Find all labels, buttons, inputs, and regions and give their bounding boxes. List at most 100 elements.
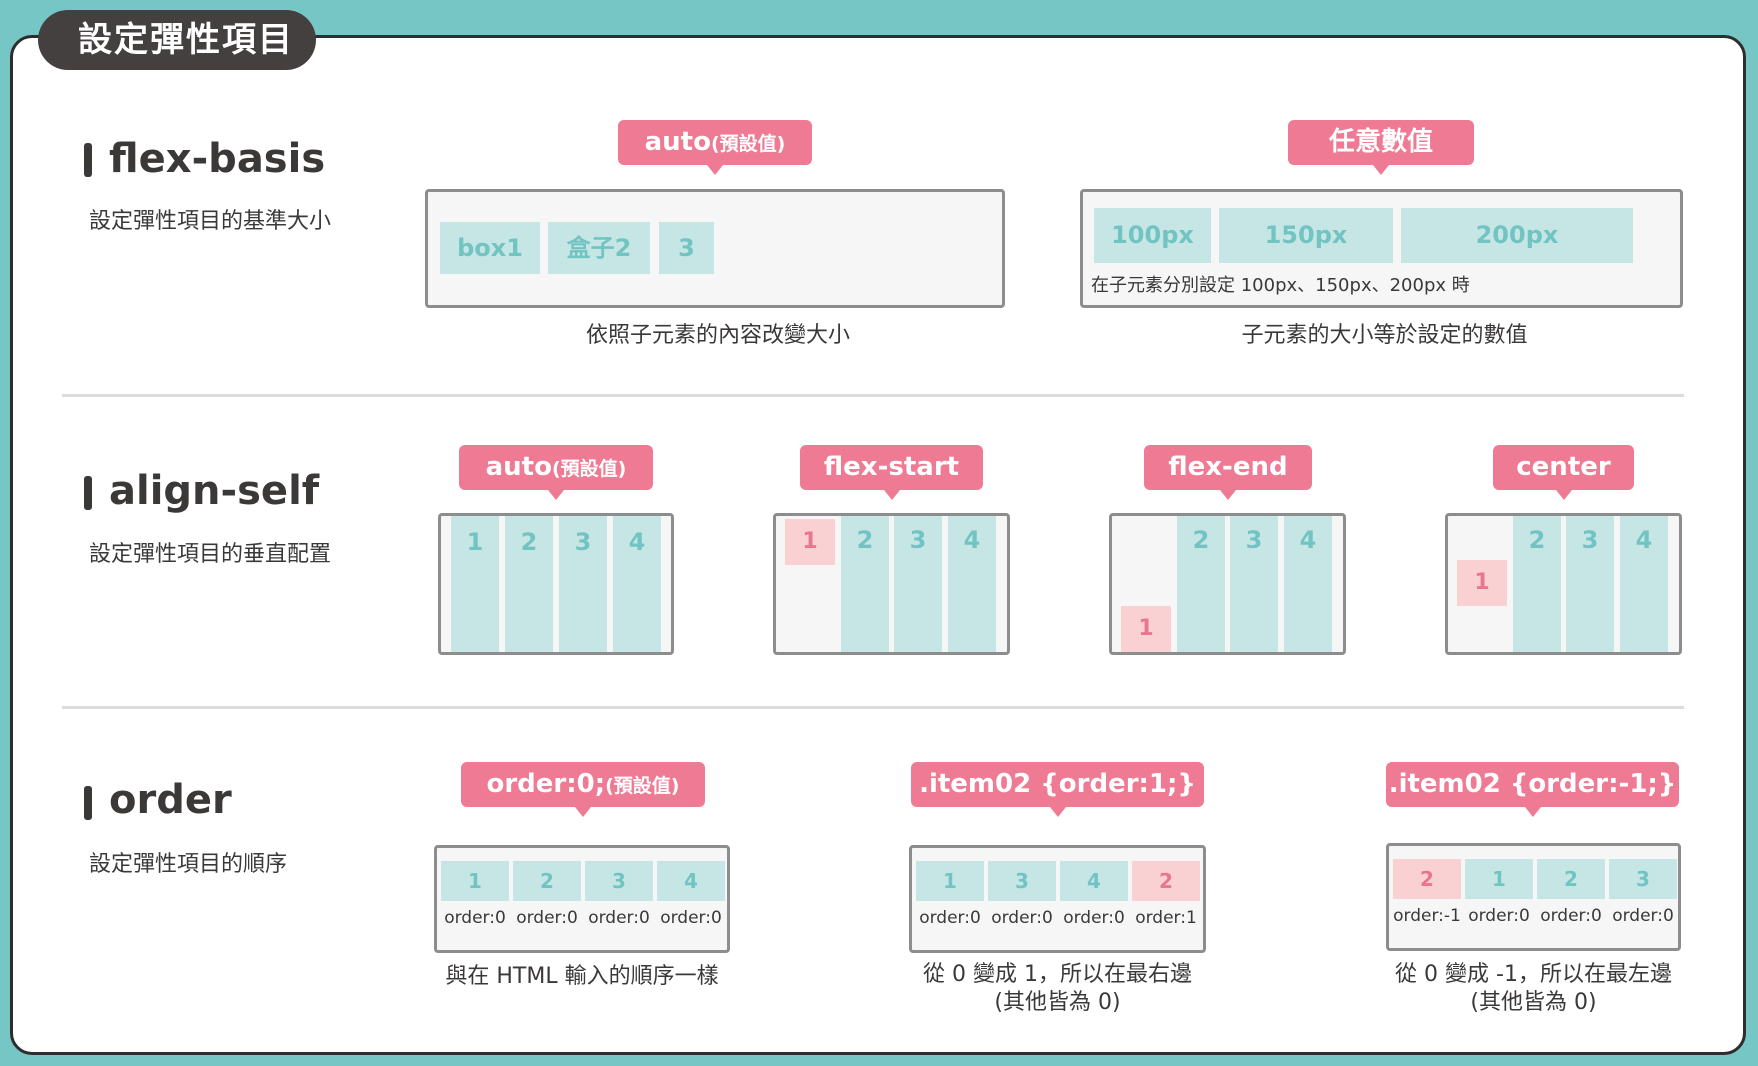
label-note: (預設值) [605, 775, 680, 797]
order-positive-container: 1 3 4 2 order:0 order:0 order:0 order:1 [909, 845, 1206, 953]
label-align-self-flex-start: flex-start [800, 445, 983, 500]
caption-order-positive-line2: (其他皆為 0) [994, 990, 1121, 1015]
box-item: 1 [451, 516, 499, 652]
section-title-order: order [109, 777, 232, 823]
box-item: 3 [1566, 516, 1614, 652]
section-marker [84, 476, 92, 510]
order-value: order:0 [444, 908, 506, 928]
section-desc-align-self: 設定彈性項目的垂直配置 [89, 542, 332, 567]
box-item: 4 [1060, 861, 1128, 901]
section-desc-order: 設定彈性項目的順序 [89, 852, 288, 877]
label-text: auto [485, 452, 552, 482]
order-value: order:1 [1135, 908, 1197, 928]
box-item: 150px [1219, 208, 1393, 263]
box-item-highlighted: 1 [1457, 560, 1507, 606]
label-pointer [548, 490, 564, 500]
box-item: 2 [841, 516, 889, 652]
label-pointer [1220, 490, 1236, 500]
order-value: order:0 [660, 908, 722, 928]
label-pointer [575, 807, 591, 817]
section-title-align-self: align-self [109, 468, 320, 514]
box-item: 3 [988, 861, 1056, 901]
section-desc-flex-basis: 設定彈性項目的基準大小 [89, 209, 332, 234]
label-text: .item02 {order:1;} [919, 769, 1196, 799]
box-item: 2 [1513, 516, 1561, 652]
box-item: 2 [1537, 859, 1605, 899]
label-note: (預設值) [710, 133, 786, 155]
label-order-item02-positive: .item02 {order:1;} [911, 762, 1204, 817]
box-item: 4 [948, 516, 996, 652]
align-self-flex-end-container: 1 2 3 4 [1109, 513, 1346, 655]
flex-basis-auto-container: box1 盒子2 3 [425, 189, 1005, 308]
caption-flex-basis-value: 子元素的大小等於設定的數值 [1241, 323, 1528, 348]
box-item: 1 [916, 861, 984, 901]
caption-flex-basis-auto: 依照子元素的內容改變大小 [585, 323, 850, 348]
box-item: 100px [1094, 208, 1211, 263]
order-value: order:0 [1063, 908, 1125, 928]
label-align-self-auto: auto(預設值) [459, 445, 653, 500]
align-self-flex-start-container: 1 2 3 4 [773, 513, 1010, 655]
label-pointer [1524, 807, 1541, 817]
order-negative-container: 2 1 2 3 order:-1 order:0 order:0 order:0 [1386, 843, 1681, 951]
box-item-highlighted: 1 [1121, 606, 1171, 652]
section-divider [62, 706, 1684, 709]
label-text: 任意數值 [1328, 127, 1433, 157]
caption-order-negative-line1: 從 0 變成 -1，所以在最左邊 [1395, 962, 1672, 987]
order-value: order:0 [1540, 906, 1602, 926]
label-note: (預設值) [551, 458, 627, 480]
flex-basis-value-container: 100px 150px 200px 在子元素分別設定 100px、150px、2… [1080, 189, 1683, 308]
label-pointer [1555, 490, 1572, 500]
label-text: flex-start [823, 452, 960, 482]
label-order-default: order:0;(預設值) [461, 762, 705, 817]
align-self-auto-container: 1 2 3 4 [438, 513, 674, 655]
label-pointer [883, 490, 900, 500]
box-item: 3 [585, 861, 653, 901]
label-text: order:0; [486, 769, 606, 799]
box-item: 3 [659, 222, 714, 274]
label-flex-basis-value: 任意數值 [1288, 120, 1474, 175]
order-value: order:0 [1468, 906, 1530, 926]
box-item: 3 [894, 516, 942, 652]
box-item: 2 [513, 861, 581, 901]
box-item: 3 [559, 516, 607, 652]
label-text: flex-end [1168, 452, 1288, 482]
label-text: .item02 {order:-1;} [1388, 769, 1677, 799]
box-item: 2 [505, 516, 553, 652]
box-item: 4 [657, 861, 725, 901]
label-pointer [1049, 807, 1066, 817]
box-item: 200px [1401, 208, 1633, 263]
box-item: box1 [440, 222, 540, 274]
label-text: auto [644, 127, 711, 157]
value-note: 在子元素分別設定 100px、150px、200px 時 [1091, 275, 1470, 296]
order-value: order:0 [919, 908, 981, 928]
page-title: 設定彈性項目 [38, 10, 316, 70]
section-divider [62, 394, 1684, 397]
label-pointer [707, 165, 723, 175]
section-marker [84, 786, 92, 820]
label-pointer [1373, 165, 1389, 175]
box-item-highlighted: 1 [785, 519, 835, 565]
order-value: order:0 [588, 908, 650, 928]
caption-order-default: 與在 HTML 輸入的順序一樣 [445, 964, 719, 989]
box-item-highlighted: 2 [1132, 861, 1200, 901]
align-self-center-container: 1 2 3 4 [1445, 513, 1682, 655]
caption-order-positive-line1: 從 0 變成 1，所以在最右邊 [923, 962, 1192, 987]
box-item: 4 [1284, 516, 1332, 652]
label-order-item02-negative: .item02 {order:-1;} [1386, 762, 1679, 817]
order-value: order:-1 [1393, 906, 1461, 926]
caption-order-negative-line2: (其他皆為 0) [1470, 990, 1597, 1015]
label-align-self-flex-end: flex-end [1144, 445, 1312, 500]
box-item-highlighted: 2 [1393, 859, 1461, 899]
box-item: 1 [1465, 859, 1533, 899]
section-title-flex-basis: flex-basis [109, 136, 326, 182]
box-item: 盒子2 [548, 222, 650, 274]
label-flex-basis-auto: auto(預設值) [618, 120, 812, 175]
box-item: 1 [441, 861, 509, 901]
order-value: order:0 [1612, 906, 1674, 926]
label-text: center [1516, 452, 1611, 482]
box-item: 3 [1230, 516, 1278, 652]
label-align-self-center: center [1493, 445, 1634, 500]
box-item: 2 [1177, 516, 1225, 652]
order-value: order:0 [516, 908, 578, 928]
box-item: 3 [1609, 859, 1677, 899]
